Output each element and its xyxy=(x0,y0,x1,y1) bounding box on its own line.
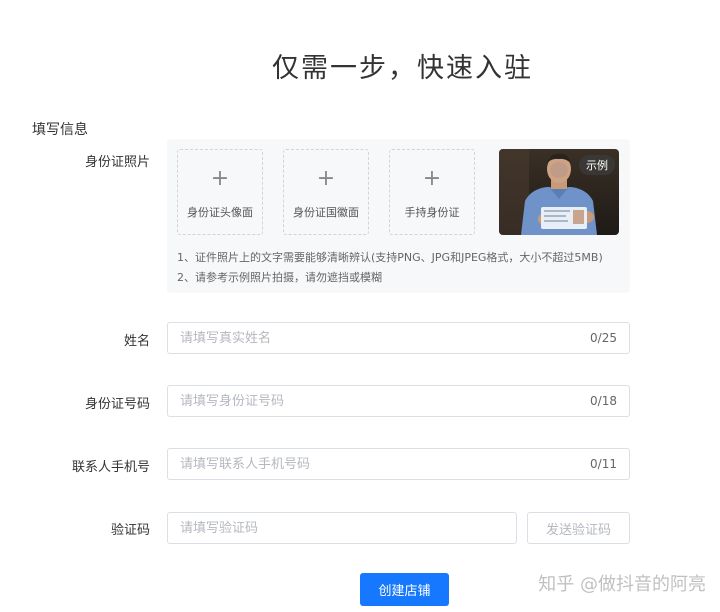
id-photo-panel: + 身份证头像面 + 身份证国徽面 + 手持身份证 示例 1、证件照片上的文字需… xyxy=(167,139,630,293)
code-label: 验证码 xyxy=(110,523,150,538)
code-input[interactable] xyxy=(168,513,516,543)
upload-id-front[interactable]: + 身份证头像面 xyxy=(177,149,263,235)
phone-input[interactable] xyxy=(168,449,629,479)
phone-counter: 0/11 xyxy=(590,457,617,471)
name-field: 0/25 xyxy=(167,322,630,354)
photo-note-2: 2、请参考示例照片拍摄，请勿遮挡或模糊 xyxy=(177,271,382,284)
section-title: 填写信息 xyxy=(32,122,88,138)
name-counter: 0/25 xyxy=(590,331,617,345)
send-code-button[interactable]: 发送验证码 xyxy=(527,512,630,544)
id-photo-label: 身份证照片 xyxy=(84,155,150,170)
phone-label: 联系人手机号 xyxy=(71,460,150,475)
id-number-input[interactable] xyxy=(168,386,629,416)
id-number-label: 身份证号码 xyxy=(84,397,150,412)
name-label: 姓名 xyxy=(123,334,150,349)
example-badge: 示例 xyxy=(579,155,615,175)
plus-icon: + xyxy=(210,166,230,191)
upload-label: 身份证国徽面 xyxy=(293,206,359,219)
code-field xyxy=(167,512,517,544)
phone-field: 0/11 xyxy=(167,448,630,480)
plus-icon: + xyxy=(316,166,336,191)
upload-id-handheld[interactable]: + 手持身份证 xyxy=(389,149,475,235)
page-title: 仅需一步，快速入驻 xyxy=(272,53,533,84)
watermark: 知乎 @做抖音的阿亮 xyxy=(538,574,706,595)
id-number-counter: 0/18 xyxy=(590,394,617,408)
name-input[interactable] xyxy=(168,323,629,353)
example-photo[interactable]: 示例 xyxy=(499,149,619,235)
photo-note-1: 1、证件照片上的文字需要能够清晰辨认(支持PNG、JPG和JPEG格式，大小不超… xyxy=(177,251,603,264)
create-store-button[interactable]: 创建店铺 xyxy=(360,573,449,606)
upload-id-back[interactable]: + 身份证国徽面 xyxy=(283,149,369,235)
id-number-field: 0/18 xyxy=(167,385,630,417)
upload-label: 手持身份证 xyxy=(404,206,460,219)
upload-label: 身份证头像面 xyxy=(187,206,253,219)
plus-icon: + xyxy=(422,166,442,191)
